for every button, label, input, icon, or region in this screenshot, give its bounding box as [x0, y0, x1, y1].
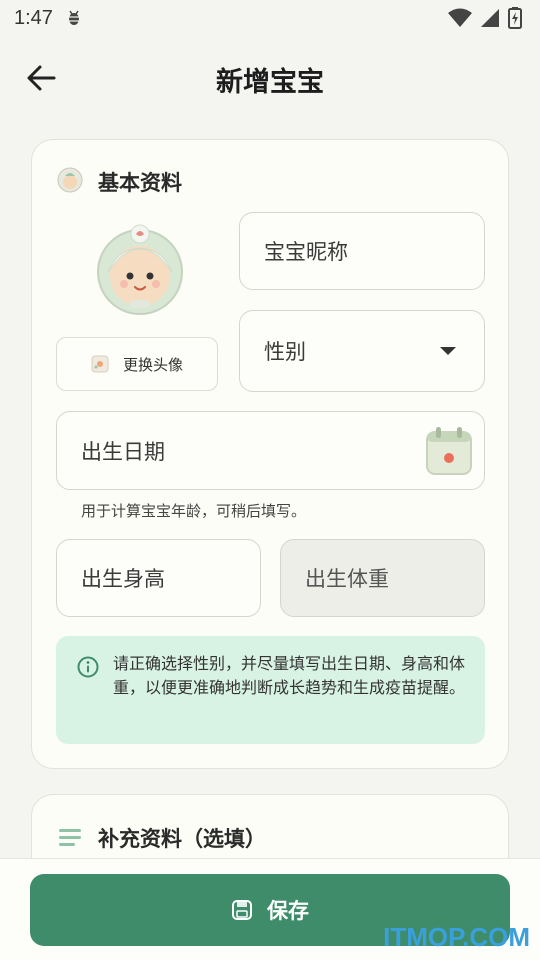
status-icons	[448, 7, 522, 29]
calendar-icon[interactable]	[425, 426, 473, 476]
bug-icon	[67, 10, 80, 25]
basic-info-card: 基本资料 更换头像 宝宝昵称 性别 出生日期 用于计算宝宝年龄，可稍后填写。 出…	[31, 139, 509, 769]
card-title-basic: 基本资料	[98, 171, 182, 195]
weight-placeholder: 出生体重	[305, 567, 389, 591]
nickname-placeholder: 宝宝昵称	[264, 240, 348, 264]
birth-height-field[interactable]: 出生身高	[56, 539, 261, 617]
dropdown-arrow-icon	[440, 347, 456, 355]
nickname-field[interactable]: 宝宝昵称	[239, 212, 485, 290]
birthdate-field[interactable]: 出生日期	[56, 411, 485, 490]
info-icon	[77, 656, 99, 678]
height-placeholder: 出生身高	[81, 567, 165, 591]
status-time: 1:47	[14, 6, 53, 29]
wifi-icon	[448, 8, 472, 27]
watermark: ITMOP.COM	[383, 922, 530, 952]
save-label: 保存	[267, 899, 309, 923]
image-icon	[91, 355, 109, 373]
gender-placeholder: 性别	[264, 340, 306, 364]
baby-avatar[interactable]	[94, 220, 186, 316]
birth-weight-field[interactable]: 出生体重	[280, 539, 485, 617]
change-avatar-label: 更换头像	[122, 355, 183, 374]
signal-icon	[481, 9, 499, 27]
info-text: 请正确选择性别，并尽量填写出生日期、身高和体重，以便更准确地判断成长趋势和生成疫…	[113, 654, 466, 697]
page-title: 新增宝宝	[216, 67, 324, 98]
battery-icon	[508, 7, 522, 29]
info-notice: 请正确选择性别，并尽量填写出生日期、身高和体重，以便更准确地判断成长趋势和生成疫…	[56, 636, 485, 744]
change-avatar-button[interactable]: 更换头像	[56, 337, 218, 391]
baby-icon	[57, 167, 83, 193]
app-bar: 新增宝宝	[0, 50, 540, 106]
save-icon	[232, 900, 252, 920]
birthdate-hint: 用于计算宝宝年龄，可稍后填写。	[81, 502, 307, 520]
birthdate-placeholder: 出生日期	[81, 439, 165, 464]
gender-select[interactable]: 性别	[239, 310, 485, 392]
status-bar: 1:47	[0, 0, 540, 36]
notes-icon	[59, 829, 81, 846]
card-title-extra: 补充资料（选填）	[98, 827, 266, 851]
